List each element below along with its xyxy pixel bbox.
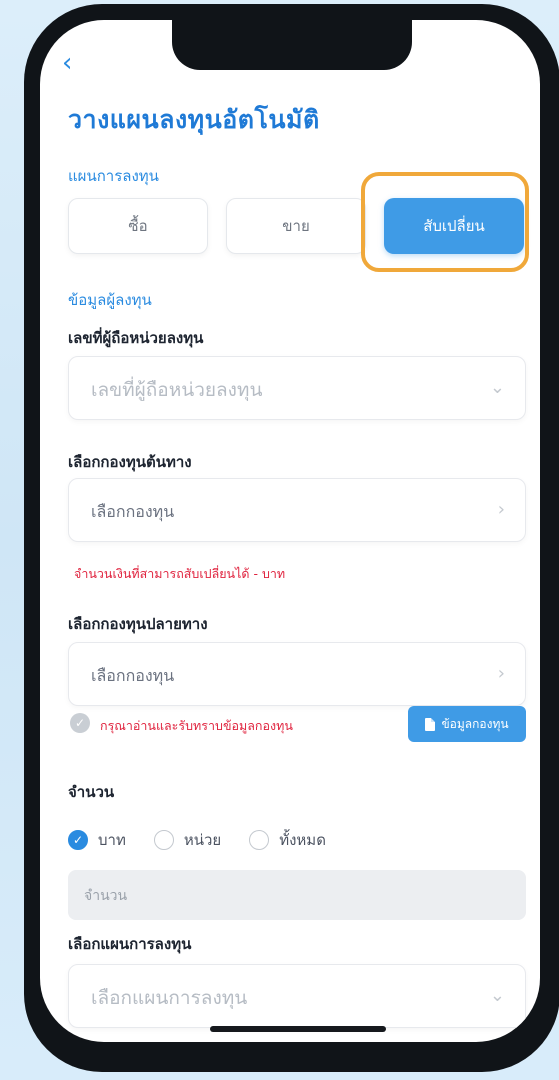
chevron-down-icon: ⌄ xyxy=(489,377,505,398)
acknowledge-text: กรุณาอ่านและรับทราบข้อมูลกองทุน xyxy=(100,718,293,733)
chevron-right-icon: › xyxy=(497,499,505,520)
home-indicator xyxy=(210,1026,386,1032)
invest-plan-placeholder: เลือกแผนการลงทุน xyxy=(91,987,248,1009)
holder-number-placeholder: เลขที่ผู้ถือหน่วยลงทุน xyxy=(91,379,263,401)
radio-all-label: ทั้งหมด xyxy=(279,831,326,849)
amount-unit-group: ✓ บาท หน่วย ทั้งหมด xyxy=(68,828,354,852)
switch-amount-warning: จำนวนเงินที่สามารถสับเปลี่ยนได้ - บาท xyxy=(74,566,286,581)
invest-plan-label: เลือกแผนการลงทุน xyxy=(68,935,192,953)
amount-placeholder: จำนวน xyxy=(84,888,128,904)
destination-fund-value: เลือกกองทุน xyxy=(91,666,175,685)
app-screen: ‹ วางแผนลงทุนอัตโนมัติ แผนการลงทุน ซื้อ … xyxy=(40,20,540,1042)
radio-unit-label: หน่วย xyxy=(183,831,222,849)
plan-sell-button[interactable]: ขาย xyxy=(226,198,366,254)
radio-all[interactable] xyxy=(249,830,270,850)
chevron-right-icon: › xyxy=(497,663,505,684)
destination-fund-select[interactable]: เลือกกองทุน › xyxy=(68,642,526,706)
radio-baht[interactable]: ✓ xyxy=(68,830,88,850)
invest-plan-select[interactable]: เลือกแผนการลงทุน ⌄ xyxy=(68,964,526,1028)
source-fund-value: เลือกกองทุน xyxy=(91,502,175,521)
notch xyxy=(172,20,412,70)
radio-unit[interactable] xyxy=(153,830,174,850)
destination-fund-label: เลือกกองทุนปลายทาง xyxy=(68,615,208,633)
plan-section-label: แผนการลงทุน xyxy=(68,167,159,185)
chevron-down-icon: ⌄ xyxy=(489,985,505,1006)
radio-baht-label: บาท xyxy=(98,831,126,849)
page-title: วางแผนลงทุนอัตโนมัติ xyxy=(68,105,320,134)
plan-buy-button[interactable]: ซื้อ xyxy=(68,198,208,254)
fund-info-label: ข้อมูลกองทุน xyxy=(441,716,509,731)
document-icon xyxy=(425,717,436,731)
chevron-left-icon[interactable]: ‹ xyxy=(62,50,72,76)
source-fund-select[interactable]: เลือกกองทุน › xyxy=(68,478,526,542)
investor-section-label: ข้อมูลผู้ลงทุน xyxy=(68,291,152,309)
holder-number-label: เลขที่ผู้ถือหน่วยลงทุน xyxy=(68,329,204,347)
source-fund-label: เลือกกองทุนต้นทาง xyxy=(68,453,192,471)
acknowledge-checkbox[interactable]: ✓ xyxy=(70,713,90,733)
fund-info-button[interactable]: ข้อมูลกองทุน xyxy=(408,706,526,742)
holder-number-select[interactable]: เลขที่ผู้ถือหน่วยลงทุน ⌄ xyxy=(68,356,526,420)
amount-label: จำนวน xyxy=(68,783,115,801)
amount-input[interactable]: จำนวน xyxy=(68,870,526,920)
plan-switch-button[interactable]: สับเปลี่ยน xyxy=(384,198,524,254)
